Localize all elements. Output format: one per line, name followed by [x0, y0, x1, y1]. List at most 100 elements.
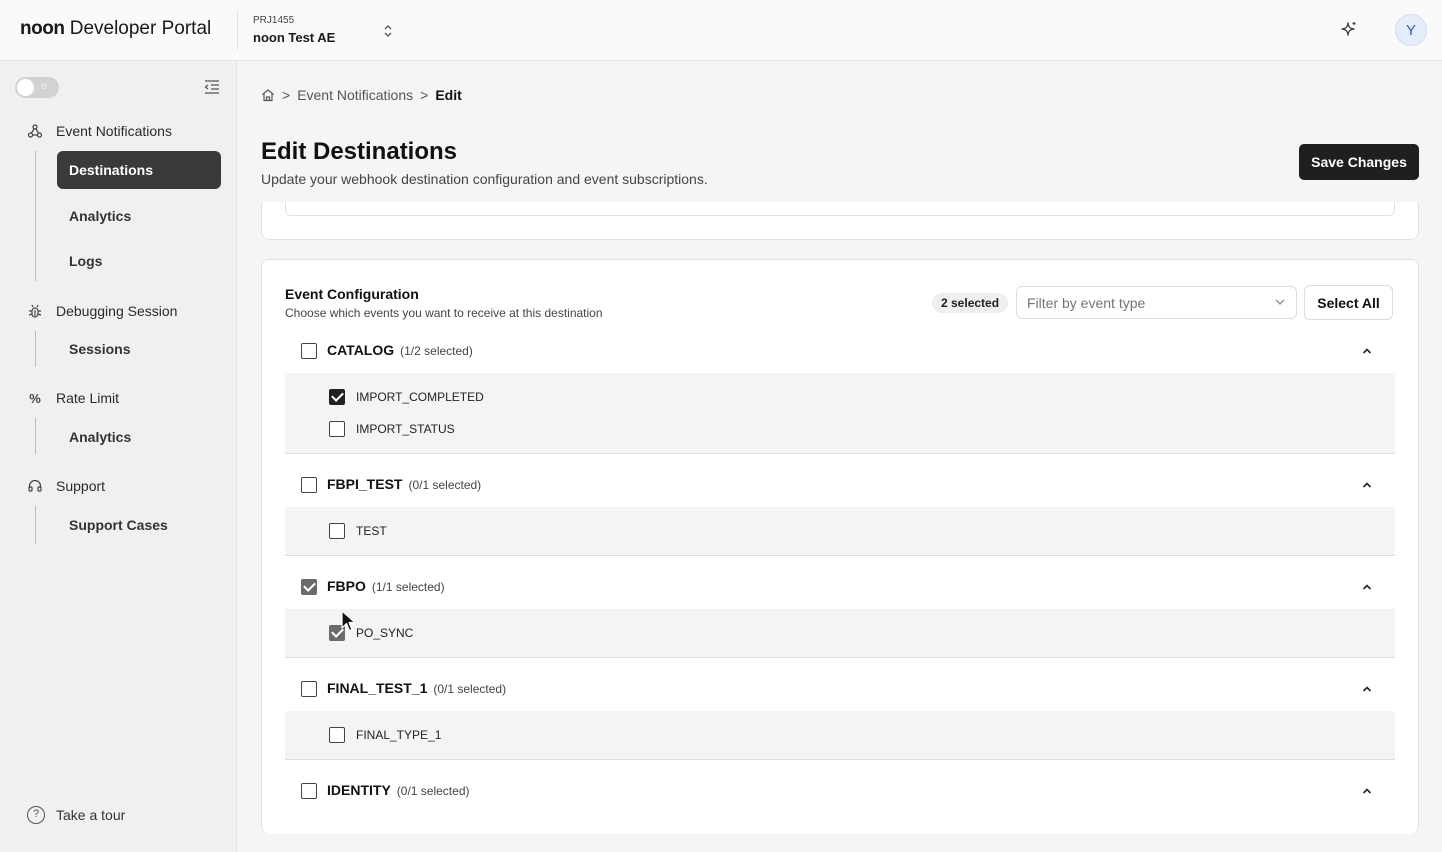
user-avatar[interactable]: Y	[1395, 14, 1427, 46]
breadcrumb-separator: >	[282, 87, 291, 103]
project-switcher[interactable]: PRJ1455 noon Test AE	[253, 15, 413, 47]
nav-tree-line	[35, 418, 36, 454]
breadcrumb-event-notifications[interactable]: Event Notifications	[297, 87, 413, 103]
group-name: FBPO (1/1 selected)	[327, 578, 445, 594]
nav-tree-line	[35, 151, 36, 281]
breadcrumb: > Event Notifications > Edit	[261, 87, 462, 103]
sidebar: ☼ Event Notifications Destinations Analy…	[0, 61, 237, 852]
toggle-knob	[17, 79, 34, 96]
event-list-final-test-1: FINAL_TYPE_1	[285, 711, 1395, 760]
portal-name: Developer Portal	[69, 18, 212, 39]
section-event-notifications[interactable]: Event Notifications	[27, 121, 172, 141]
webhook-icon	[27, 123, 43, 139]
event-group-final-test-1[interactable]: FINAL_TEST_1 (0/1 selected)	[285, 676, 1395, 702]
section-label: Event Notifications	[56, 123, 172, 139]
sidebar-item-destinations[interactable]: Destinations	[57, 151, 221, 189]
chevron-up-icon[interactable]	[1361, 478, 1373, 490]
group-title: FINAL_TEST_1	[327, 680, 428, 696]
mouse-cursor-icon	[341, 610, 359, 634]
section-debugging-session[interactable]: Debugging Session	[27, 301, 177, 321]
group-title: CATALOG	[327, 342, 395, 358]
group-count: (0/1 selected)	[396, 784, 470, 798]
event-type-filter[interactable]	[1016, 286, 1297, 319]
collapse-sidebar-icon[interactable]	[204, 80, 220, 94]
chevron-up-icon[interactable]	[1361, 784, 1373, 796]
group-checkbox[interactable]	[301, 343, 317, 359]
group-name: FINAL_TEST_1 (0/1 selected)	[327, 680, 506, 696]
group-count: (0/1 selected)	[408, 478, 482, 492]
top-bar: noon Developer Portal PRJ1455 noon Test …	[0, 0, 1442, 61]
brand-name: noon	[20, 18, 65, 39]
event-group-fbpi-test[interactable]: FBPI_TEST (0/1 selected)	[285, 472, 1395, 498]
event-config-subtitle: Choose which events you want to receive …	[285, 306, 603, 320]
group-checkbox[interactable]	[301, 579, 317, 595]
chevron-up-icon[interactable]	[1361, 580, 1373, 592]
event-list-fbpi-test: TEST	[285, 507, 1395, 556]
group-checkbox[interactable]	[301, 681, 317, 697]
nav-tree-line	[35, 331, 36, 367]
event-list-fbpo: PO_SYNC	[285, 609, 1395, 658]
group-name: FBPI_TEST (0/1 selected)	[327, 476, 481, 492]
destination-details-card	[261, 202, 1419, 240]
header-divider	[237, 10, 238, 50]
breadcrumb-current: Edit	[435, 87, 462, 103]
group-title: FBPO	[327, 578, 366, 594]
event-label: PO_SYNC	[356, 626, 414, 640]
event-config-title: Event Configuration	[285, 286, 419, 302]
event-checkbox[interactable]	[329, 523, 345, 539]
sparkle-icon[interactable]	[1339, 20, 1359, 40]
event-checkbox[interactable]	[329, 421, 345, 437]
page-title: Edit Destinations	[261, 138, 458, 165]
sidebar-item-sessions[interactable]: Sessions	[57, 330, 221, 368]
take-a-tour-link[interactable]: ? Take a tour	[27, 806, 125, 824]
section-label: Support	[56, 478, 106, 494]
event-list-catalog: IMPORT_COMPLETED IMPORT_STATUS	[285, 373, 1395, 454]
help-circle-icon: ?	[27, 806, 45, 824]
section-support[interactable]: Support	[27, 476, 105, 496]
group-title: FBPI_TEST	[327, 476, 403, 492]
event-group-fbpo[interactable]: FBPO (1/1 selected)	[285, 574, 1395, 600]
event-configuration-card: Event Configuration Choose which events …	[261, 259, 1419, 834]
selected-count-badge: 2 selected	[932, 293, 1009, 313]
sidebar-item-support-cases[interactable]: Support Cases	[57, 506, 221, 544]
tour-label: Take a tour	[56, 807, 126, 823]
event-checkbox[interactable]	[329, 727, 345, 743]
sidebar-item-analytics[interactable]: Analytics	[57, 197, 221, 235]
breadcrumb-separator: >	[420, 87, 429, 103]
group-count: (1/1 selected)	[371, 580, 445, 594]
home-icon[interactable]	[261, 88, 275, 102]
select-all-button[interactable]: Select All	[1304, 285, 1393, 320]
chevron-up-icon[interactable]	[1361, 682, 1373, 694]
section-label: Debugging Session	[56, 303, 178, 319]
group-checkbox[interactable]	[301, 783, 317, 799]
section-label: Rate Limit	[56, 390, 120, 406]
sidebar-item-rate-analytics[interactable]: Analytics	[57, 418, 221, 456]
section-rate-limit[interactable]: % Rate Limit	[27, 388, 119, 408]
sidebar-item-logs[interactable]: Logs	[57, 242, 221, 280]
bug-icon	[27, 303, 43, 319]
destination-input-box	[285, 202, 1395, 216]
event-group-identity[interactable]: IDENTITY (0/1 selected)	[285, 778, 1395, 804]
group-name: CATALOG (1/2 selected)	[327, 342, 473, 358]
group-count: (1/2 selected)	[400, 344, 473, 358]
event-label: IMPORT_COMPLETED	[356, 390, 484, 404]
chevron-down-icon	[1274, 295, 1286, 307]
portal-logo[interactable]: noon Developer Portal	[20, 18, 211, 40]
sun-icon: ☼	[39, 80, 50, 92]
group-name: IDENTITY (0/1 selected)	[327, 782, 469, 798]
event-label: FINAL_TYPE_1	[356, 728, 442, 742]
page-subtitle: Update your webhook destination configur…	[261, 171, 708, 187]
save-changes-button[interactable]: Save Changes	[1299, 144, 1419, 180]
theme-toggle[interactable]: ☼	[15, 77, 59, 98]
group-checkbox[interactable]	[301, 477, 317, 493]
group-count: (0/1 selected)	[433, 682, 507, 696]
headset-icon	[27, 478, 43, 494]
event-group-catalog[interactable]: CATALOG (1/2 selected)	[285, 338, 1395, 364]
chevron-up-icon[interactable]	[1361, 344, 1373, 356]
event-label: IMPORT_STATUS	[356, 422, 455, 436]
event-checkbox[interactable]	[329, 389, 345, 405]
chevron-up-down-icon	[383, 24, 393, 39]
percent-icon: %	[29, 390, 41, 406]
event-label: TEST	[356, 524, 387, 538]
group-title: IDENTITY	[327, 782, 391, 798]
